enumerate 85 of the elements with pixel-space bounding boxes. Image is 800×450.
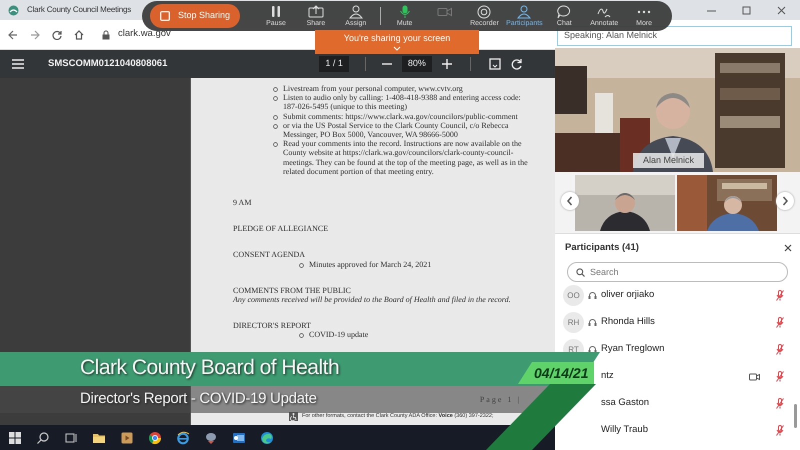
mail-icon xyxy=(232,430,246,444)
start-icon xyxy=(8,430,22,444)
home-icon[interactable] xyxy=(74,30,84,40)
chevron-icon[interactable] xyxy=(393,46,401,51)
menu-icon[interactable] xyxy=(12,59,24,69)
chat-icon xyxy=(556,4,572,18)
participant-name: ntz xyxy=(600,369,615,384)
browser-icon xyxy=(176,430,190,444)
zoom-field[interactable]: 80% xyxy=(402,56,432,72)
section-heading: PLEDGE OF ALLEGIANCE xyxy=(233,224,330,234)
file-name: SMSCOMM0121040808061 xyxy=(48,56,168,71)
panel-title: Participants (41) xyxy=(565,240,639,255)
bullet-icon xyxy=(299,262,304,268)
maximize-icon[interactable] xyxy=(742,6,751,14)
bullet-icon xyxy=(273,96,278,102)
task-view-icon xyxy=(64,430,78,444)
site-icon xyxy=(8,4,19,16)
forward-icon[interactable] xyxy=(30,30,40,40)
list-item: Submit comments: https://www.clark.wa.gov/councilors/public-comment xyxy=(283,112,519,121)
date-text: 04/14/21 xyxy=(534,365,588,381)
banner-subtitle: Director's Report - COVID-19 Update xyxy=(80,390,317,407)
app-icon xyxy=(204,430,218,444)
bullet-icon xyxy=(299,333,304,338)
list-item: Livestream from your personal computer, www.cvtv.org xyxy=(283,84,464,94)
banner-text: You're sharing your screen xyxy=(342,34,452,43)
participant-name: Willy Traub xyxy=(600,423,649,438)
bullet-icon xyxy=(273,142,278,148)
browser-taskbar-button[interactable] xyxy=(174,430,192,444)
record-icon xyxy=(476,4,492,18)
fit-page-icon[interactable] xyxy=(488,58,501,70)
list-item: Minutes approved for March 24, 2021 xyxy=(309,260,432,269)
previous-button[interactable] xyxy=(561,192,579,210)
stop-sharing-button[interactable]: Stop Sharing xyxy=(150,4,240,28)
avatar: OO xyxy=(563,285,584,306)
tab-title[interactable]: Clark County Council Meetings xyxy=(27,4,132,16)
page-footer: Page 1 | xyxy=(480,394,521,404)
browser-taskbar-button[interactable] xyxy=(146,430,164,444)
reload-icon[interactable] xyxy=(52,30,62,40)
bullet-icon xyxy=(273,124,278,129)
participant-name: Rhonda Hills xyxy=(600,315,656,330)
close-icon[interactable] xyxy=(784,244,792,252)
person-icon xyxy=(516,4,532,18)
url-text[interactable]: clark.wa.gov xyxy=(118,27,171,42)
next-button[interactable] xyxy=(776,192,794,210)
list-item: or via the US Postal Service to the Clark County Council, c/o Rebecca Messinger, PO Box 5000, Vancouver, WA 98666-5000 xyxy=(283,120,509,140)
section-heading: COMMENTS FROM THE PUBLIC xyxy=(233,286,352,296)
accessibility-icon xyxy=(289,412,298,421)
lock-icon xyxy=(102,30,110,40)
chevron-left-icon xyxy=(567,196,573,206)
person-icon xyxy=(348,4,364,18)
media-player-icon xyxy=(120,430,134,444)
scrollbar-thumb[interactable] xyxy=(794,404,797,428)
list-item: Read your comments into the record. Instructions are now available on the County website at https://clark.wa.gov/councilors/clark-county-council-meetings. They can be found at the top of the meeting page, as well as in the related document portion of that meeting entry. xyxy=(283,139,529,176)
participant-name: Ryan Treglown xyxy=(600,342,666,356)
avatar: RH xyxy=(563,312,584,333)
mail-taskbar-button[interactable] xyxy=(230,430,248,444)
back-icon[interactable] xyxy=(8,30,18,40)
headset-icon xyxy=(588,291,597,300)
search-field[interactable]: Search xyxy=(567,262,788,282)
list-item: COVID-19 update xyxy=(309,330,370,340)
section-note: Any comments received will be provided to the Board of Health and filed in the record. xyxy=(233,295,512,304)
section-heading: CONSENT AGENDA xyxy=(233,250,306,260)
bullet-icon xyxy=(273,114,278,120)
close-icon[interactable] xyxy=(777,6,786,14)
speaker-name: Alan Melnick xyxy=(633,152,704,168)
start-taskbar-button[interactable] xyxy=(6,430,24,444)
search-icon xyxy=(576,268,585,277)
search-icon xyxy=(36,430,50,444)
bullet-icon xyxy=(273,87,278,92)
share-screen-icon xyxy=(308,4,324,18)
stop-icon xyxy=(160,11,170,21)
browser-icon xyxy=(260,430,274,444)
rotate-icon[interactable] xyxy=(510,58,523,70)
browser-taskbar-button[interactable] xyxy=(258,430,276,444)
list-item: Listen to audio only by calling: 1-408-418-9388 and entering access code: 187-026-5495 (unique to this meeting) xyxy=(283,93,522,112)
participant-name: ssa Gaston xyxy=(600,396,650,410)
banner-title: Clark County Board of Health xyxy=(80,356,340,379)
chevron-right-icon xyxy=(782,196,788,206)
browser-icon xyxy=(148,430,162,444)
page-number-field[interactable]: 1 / 1 xyxy=(319,56,349,72)
section-heading: DIRECTOR'S REPORT xyxy=(233,321,312,330)
headset-icon xyxy=(588,318,597,327)
zoom-in-icon[interactable] xyxy=(442,59,452,69)
section-heading: 9 AM xyxy=(233,198,252,208)
participant-name: oliver orjiako xyxy=(600,288,656,302)
